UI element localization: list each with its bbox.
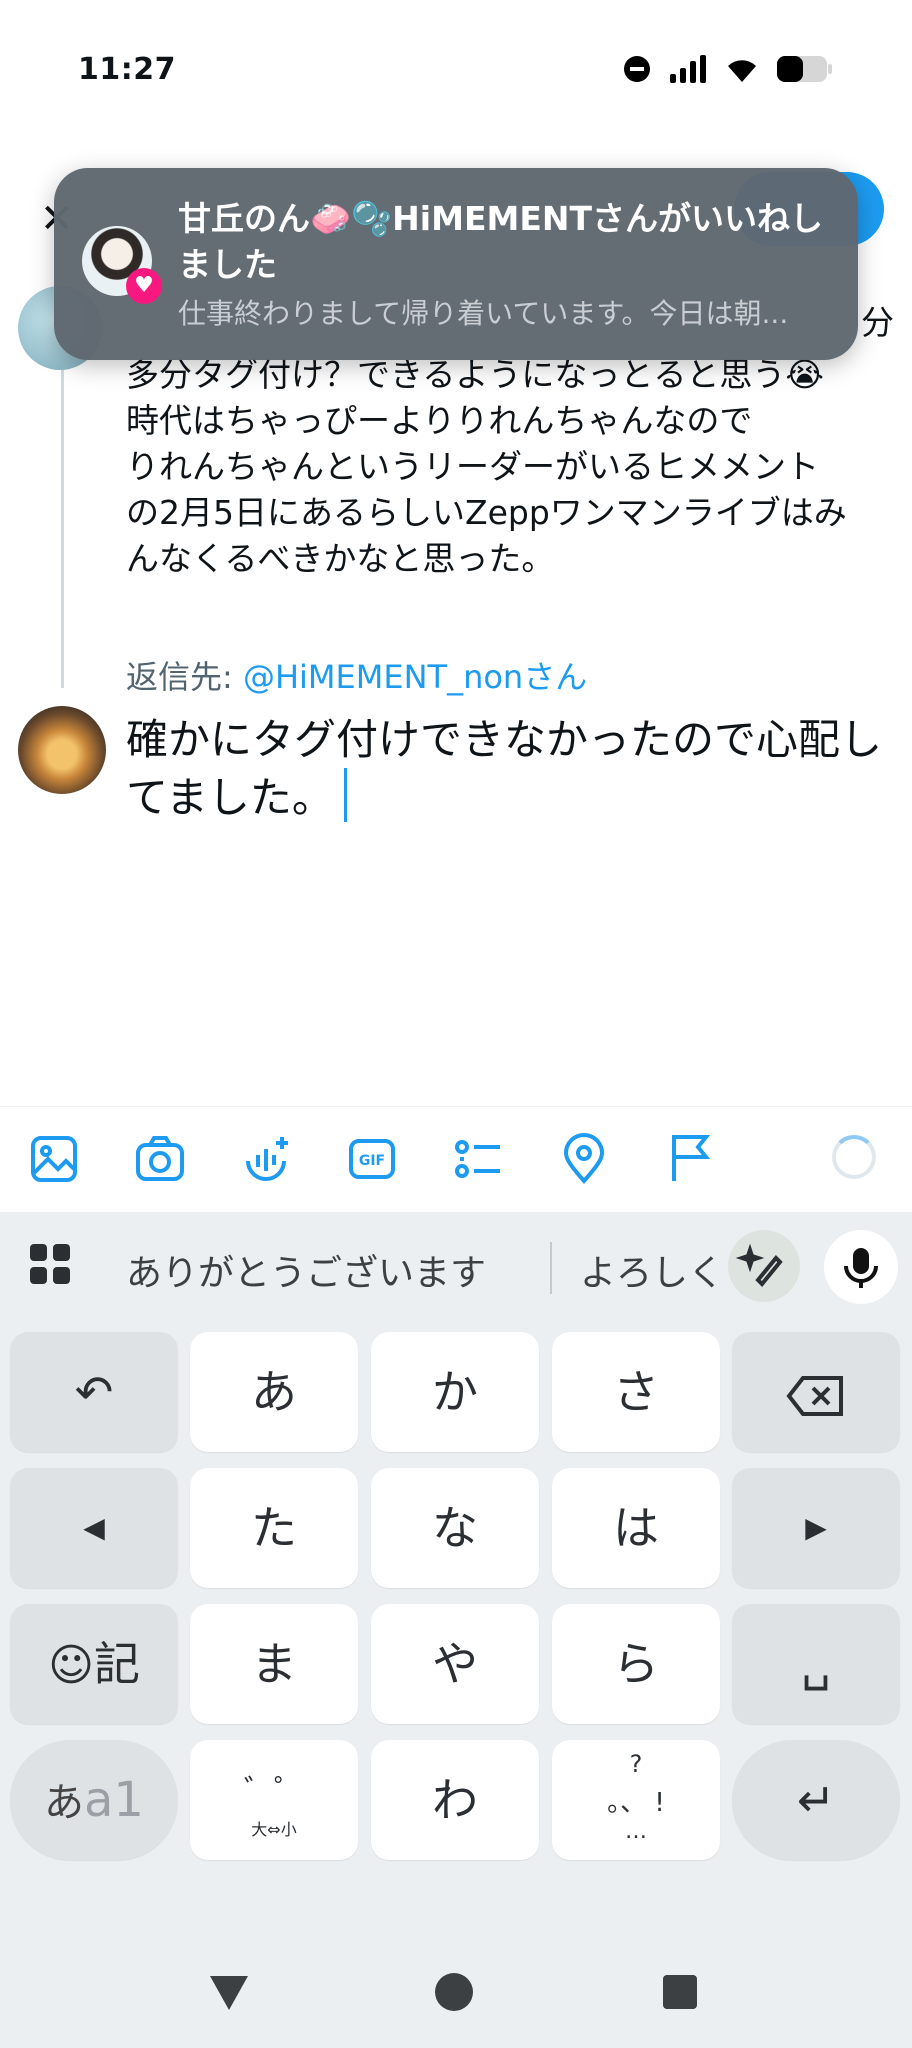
character-count-progress	[832, 1135, 876, 1179]
camera-icon[interactable]	[134, 1133, 186, 1185]
suggestion-1[interactable]: ありがとうございます	[126, 1244, 486, 1296]
text-caret	[343, 768, 347, 822]
cursor-left-key[interactable]: ◀	[10, 1468, 178, 1588]
home-icon[interactable]	[434, 1972, 474, 2012]
key-ra[interactable]: ら	[552, 1604, 720, 1724]
key-ya[interactable]: や	[371, 1604, 539, 1724]
key-wa[interactable]: わ	[371, 1740, 539, 1860]
punctuation-key[interactable]: ? 。、 ! …	[552, 1740, 720, 1860]
backspace-key[interactable]	[732, 1332, 900, 1452]
suggestion-bar: ありがとうございます よろしく	[0, 1212, 912, 1320]
suggestion-2[interactable]: よろしく	[580, 1244, 720, 1296]
flag-icon[interactable]	[664, 1133, 716, 1185]
emoji-symbol-key[interactable]: ☺記	[10, 1604, 178, 1724]
dnd-icon	[624, 56, 650, 82]
key-ma[interactable]: ま	[190, 1604, 358, 1724]
enter-key[interactable]: ↵	[732, 1740, 900, 1860]
reply-to-label: 返信先: @HiMEMENT_nonさん	[126, 652, 587, 698]
apps-grid-icon[interactable]	[28, 1242, 72, 1286]
toast-title: 甘丘のん🧼🫧HiMEMENTさんがいいねしました	[178, 199, 823, 284]
reply-to-prefix: 返信先:	[126, 658, 243, 696]
compose-text: 確かにタグ付けできなかったので心配し てました。	[126, 715, 883, 822]
image-icon[interactable]	[28, 1133, 80, 1185]
microphone-icon	[844, 1248, 878, 1288]
key-ta[interactable]: た	[190, 1468, 358, 1588]
poll-icon[interactable]	[452, 1133, 504, 1185]
space-key[interactable]: ␣	[732, 1604, 900, 1724]
dakuten-key[interactable]: ゛゜ 大⇔小	[190, 1740, 358, 1860]
signal-icon	[670, 55, 706, 83]
key-sa[interactable]: さ	[552, 1332, 720, 1452]
toast-body: 仕事終わりまして帰り着いています。今日は朝...	[178, 297, 789, 330]
back-icon[interactable]	[208, 1974, 250, 2012]
original-tweet-text: 多分タグ付け？できるようになっとると思う😭 時代はちゃっぴーよりりれんちゃんなの…	[126, 355, 847, 578]
original-timestamp-fragment: 分	[861, 303, 894, 342]
user-avatar	[18, 706, 106, 794]
dakuten-bottom-label: 大⇔小	[251, 1820, 297, 1839]
svg-text:GIF: GIF	[359, 1153, 385, 1169]
key-a[interactable]: あ	[190, 1332, 358, 1452]
recents-icon[interactable]	[662, 1974, 698, 2010]
punct-bottom-label: …	[625, 1819, 647, 1844]
gif-icon[interactable]: GIF	[346, 1133, 398, 1185]
dakuten-top-label: ゛゜	[244, 1774, 304, 1809]
smiley-icon: ☺	[48, 1640, 94, 1691]
battery-icon	[777, 56, 832, 82]
key-ka[interactable]: か	[371, 1332, 539, 1452]
thread-connector	[61, 370, 64, 688]
cursor-right-key[interactable]: ▶	[732, 1468, 900, 1588]
status-time: 11:27	[78, 52, 176, 87]
wifi-icon	[728, 60, 756, 82]
reply-to-handle[interactable]: @HiMEMENT_nonさん	[243, 658, 587, 696]
status-icons	[622, 54, 834, 84]
voice-input-button[interactable]	[824, 1230, 898, 1304]
compose-input[interactable]: 確かにタグ付けできなかったので心配し てました。	[126, 712, 886, 826]
undo-key[interactable]: ↶	[10, 1332, 178, 1452]
compose-toolbar: GIF	[0, 1106, 912, 1211]
system-navigation-bar	[0, 1940, 912, 2048]
sparkle-pen-icon	[735, 1243, 783, 1287]
mode-main-label: あ	[44, 1780, 85, 1826]
key-na[interactable]: な	[371, 1468, 539, 1588]
backspace-icon	[786, 1375, 843, 1416]
keyboard: ありがとうございます よろしく ↶ あ か さ ◀ た な は ▶ ☺記 ま や…	[0, 1212, 912, 2048]
like-notification-toast[interactable]: ♥ 甘丘のん🧼🫧HiMEMENTさんがいいねしました 仕事終わりまして帰り着いて…	[54, 168, 858, 360]
punct-mid-label: 。、 !	[607, 1788, 665, 1818]
suggestion-divider	[550, 1242, 552, 1294]
audio-space-icon[interactable]	[240, 1133, 292, 1185]
emoji-key-label: 記	[93, 1637, 140, 1691]
ai-writing-button[interactable]	[728, 1230, 800, 1302]
punct-top-label: ?	[629, 1750, 643, 1778]
input-mode-key[interactable]: あa1	[10, 1740, 178, 1860]
key-ha[interactable]: は	[552, 1468, 720, 1588]
location-icon[interactable]	[558, 1133, 610, 1185]
mode-sub-label: a1	[84, 1772, 144, 1828]
heart-icon: ♥	[126, 268, 162, 304]
